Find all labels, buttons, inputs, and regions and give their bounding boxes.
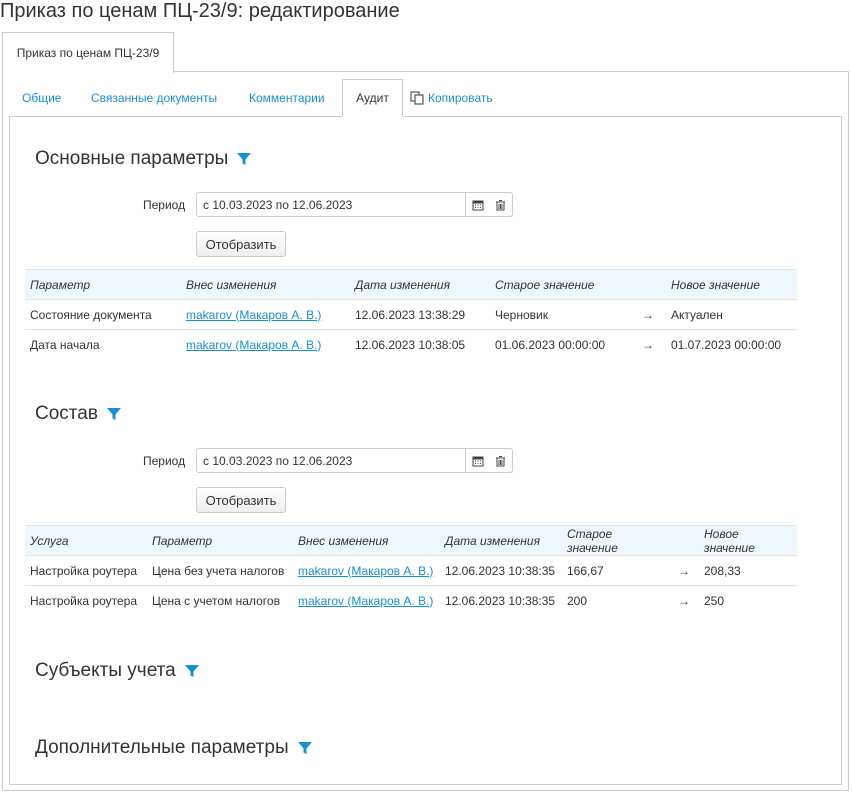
period-label: Период xyxy=(143,198,186,212)
column-header: Новое значение xyxy=(699,525,797,556)
table-row: Состояние документа makarov (Макаров А. … xyxy=(25,299,797,330)
cell-service: Настройка роутера xyxy=(25,555,147,586)
cell-old-value: 01.06.2023 00:00:00 xyxy=(490,329,630,359)
section-main-params-title: Основные параметры xyxy=(35,148,229,169)
calendar-button[interactable] xyxy=(465,193,489,216)
column-header: Внес изменения xyxy=(181,269,350,300)
cell-date: 12.06.2023 13:38:29 xyxy=(350,299,490,330)
cell-new-value: 01.07.2023 00:00:00 xyxy=(666,329,797,359)
table-header: Услуга Параметр Внес изменения Дата изме… xyxy=(25,525,797,556)
column-header: Дата изменения xyxy=(350,269,490,300)
cell-service: Настройка роутера xyxy=(25,585,147,615)
cell-changed-by: makarov (Макаров А. В.) xyxy=(293,555,440,586)
cell-changed-by: makarov (Макаров А. В.) xyxy=(293,585,440,615)
period-label: Период xyxy=(143,454,186,468)
section-subjects: Субъекты учета xyxy=(35,660,200,682)
trash-icon xyxy=(496,199,505,210)
calendar-button[interactable] xyxy=(465,449,489,472)
calendar-icon xyxy=(472,200,483,210)
trash-icon xyxy=(496,455,505,466)
tab-audit[interactable]: Аудит xyxy=(342,79,403,117)
copy-icon xyxy=(410,91,424,105)
cell-new-value: Актуален xyxy=(666,299,797,330)
cell-changed-by: makarov (Макаров А. В.) xyxy=(181,299,350,330)
table-row: Настройка роутера Цена с учетом налогов … xyxy=(25,585,797,615)
column-header: Параметр xyxy=(147,525,293,556)
cell-new-value: 208,33 xyxy=(699,555,797,586)
column-header xyxy=(630,269,666,300)
page-title: Приказ по ценам ПЦ-23/9: редактирование xyxy=(0,0,400,22)
main-params-table: Параметр Внес изменения Дата изменения С… xyxy=(25,269,797,359)
cell-new-value: 250 xyxy=(699,585,797,615)
tab-related-documents[interactable]: Связанные документы xyxy=(91,79,217,117)
section-composition: Состав xyxy=(35,403,122,425)
cell-date: 12.06.2023 10:38:35 xyxy=(440,585,562,615)
clear-button[interactable] xyxy=(489,449,512,472)
column-header: Старое значение xyxy=(490,269,630,300)
filter-icon[interactable] xyxy=(184,663,200,679)
cell-date: 12.06.2023 10:38:35 xyxy=(440,555,562,586)
column-header: Дата изменения xyxy=(440,525,562,556)
cell-parameter: Цена без учета налогов xyxy=(147,555,293,586)
clear-button[interactable] xyxy=(489,193,512,216)
outer-tab-document[interactable]: Приказ по ценам ПЦ-23/9 xyxy=(2,32,174,73)
section-main-params: Основные параметры xyxy=(35,148,252,170)
user-link[interactable]: makarov (Макаров А. В.) xyxy=(186,338,321,352)
cell-date: 12.06.2023 10:38:05 xyxy=(350,329,490,359)
arrow-icon: → xyxy=(630,329,666,359)
user-link[interactable]: makarov (Макаров А. В.) xyxy=(298,594,433,608)
section-additional-params: Дополнительные параметры xyxy=(35,737,313,759)
filter-icon[interactable] xyxy=(236,151,252,167)
user-link[interactable]: makarov (Макаров А. В.) xyxy=(298,564,433,578)
section-subjects-title: Субъекты учета xyxy=(35,660,176,681)
composition-table: Услуга Параметр Внес изменения Дата изме… xyxy=(25,525,797,615)
period-input[interactable]: с 10.03.2023 по 12.06.2023 xyxy=(196,192,513,217)
filter-icon[interactable] xyxy=(106,406,122,422)
cell-parameter: Состояние документа xyxy=(25,299,181,330)
table-row: Дата начала makarov (Макаров А. В.) 12.0… xyxy=(25,329,797,359)
column-header: Внес изменения xyxy=(293,525,440,556)
cell-parameter: Дата начала xyxy=(25,329,181,359)
calendar-icon xyxy=(472,456,483,466)
show-button[interactable]: Отобразить xyxy=(196,231,286,257)
tab-copy-label: Копировать xyxy=(428,91,493,105)
cell-changed-by: makarov (Макаров А. В.) xyxy=(181,329,350,359)
period-value: с 10.03.2023 по 12.06.2023 xyxy=(203,453,353,468)
column-header: Параметр xyxy=(25,269,181,300)
period-value: с 10.03.2023 по 12.06.2023 xyxy=(203,197,353,212)
section-composition-title: Состав xyxy=(35,403,98,424)
column-header: Старое значение xyxy=(562,525,669,556)
cell-old-value: 200 xyxy=(562,585,669,615)
column-header: Услуга xyxy=(25,525,147,556)
arrow-icon: → xyxy=(669,555,699,586)
period-input[interactable]: с 10.03.2023 по 12.06.2023 xyxy=(196,448,513,473)
tab-general[interactable]: Общие xyxy=(22,79,61,117)
show-button[interactable]: Отобразить xyxy=(196,487,286,513)
cell-parameter: Цена с учетом налогов xyxy=(147,585,293,615)
arrow-icon: → xyxy=(669,585,699,615)
table-row: Настройка роутера Цена без учета налогов… xyxy=(25,555,797,586)
user-link[interactable]: makarov (Макаров А. В.) xyxy=(186,308,321,322)
table-header: Параметр Внес изменения Дата изменения С… xyxy=(25,269,797,300)
column-header: Новое значение xyxy=(666,269,797,300)
arrow-icon: → xyxy=(630,299,666,330)
filter-icon[interactable] xyxy=(297,740,313,756)
column-header xyxy=(669,525,699,556)
cell-old-value: 166,67 xyxy=(562,555,669,586)
tab-copy[interactable]: Копировать xyxy=(410,79,493,117)
cell-old-value: Черновик xyxy=(490,299,630,330)
tab-comments[interactable]: Комментарии xyxy=(249,79,325,117)
section-additional-params-title: Дополнительные параметры xyxy=(35,737,289,758)
